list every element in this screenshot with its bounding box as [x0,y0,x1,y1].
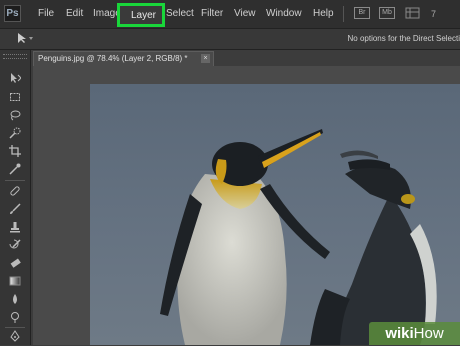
move-tool-icon[interactable] [9,72,21,84]
dodge-tool-icon[interactable] [9,311,21,323]
menu-edit[interactable]: Edit [66,8,83,19]
mini-bridge-icon[interactable]: Mb [379,7,395,19]
healing-brush-tool-icon[interactable] [9,185,21,197]
view-extras-icon[interactable] [405,7,421,19]
toolbox-grip[interactable] [3,54,27,59]
menu-bar: Ps File Edit Image Layer Select Filter V… [0,0,460,29]
menu-view[interactable]: View [234,8,256,19]
direct-selection-tool-preset-icon[interactable] [16,32,34,47]
document-tab-title: Penguins.jpg @ 78.4% (Layer 2, RGB/8) * [38,54,188,63]
wikihow-watermark: wikiHow [369,322,460,345]
svg-text:7: 7 [431,9,436,19]
menu-help[interactable]: Help [313,8,334,19]
eraser-tool-icon[interactable] [9,257,21,269]
options-bar-text: No options for the Direct Selecti [348,34,460,43]
pen-tool-icon[interactable] [9,330,21,342]
watermark-suffix: How [414,325,444,342]
toolbox-separator [5,327,25,328]
watermark-brand: wiki [385,325,413,342]
close-icon[interactable]: × [201,54,210,63]
photoshop-logo: Ps [4,5,21,22]
bridge-icon[interactable]: Br [354,7,370,19]
menu-file[interactable]: File [38,8,54,19]
blur-tool-icon[interactable] [9,293,21,305]
eyedropper-tool-icon[interactable] [9,163,21,175]
menu-select[interactable]: Select [166,8,194,19]
quick-selection-tool-icon[interactable] [9,127,21,139]
menubar-separator [343,6,344,22]
toolbox-separator [5,180,25,181]
menu-layer[interactable]: Layer [131,10,156,21]
penguin-photo[interactable] [90,84,460,345]
crop-tool-icon[interactable] [9,145,21,157]
clone-stamp-tool-icon[interactable] [9,221,21,233]
options-bar: No options for the Direct Selecti [0,29,460,50]
history-brush-tool-icon[interactable] [9,239,21,251]
lasso-tool-icon[interactable] [9,109,21,121]
toolbox [0,50,31,345]
marquee-tool-icon[interactable] [9,91,21,103]
document-tab[interactable]: Penguins.jpg @ 78.4% (Layer 2, RGB/8) * … [33,51,214,66]
gradient-tool-icon[interactable] [9,275,21,287]
menu-filter[interactable]: Filter [201,8,223,19]
menu-window[interactable]: Window [266,8,302,19]
menu-layer-highlighted[interactable]: Layer [117,3,165,27]
brush-tool-icon[interactable] [9,203,21,215]
zoom-level-icon[interactable]: 7 [431,7,447,19]
